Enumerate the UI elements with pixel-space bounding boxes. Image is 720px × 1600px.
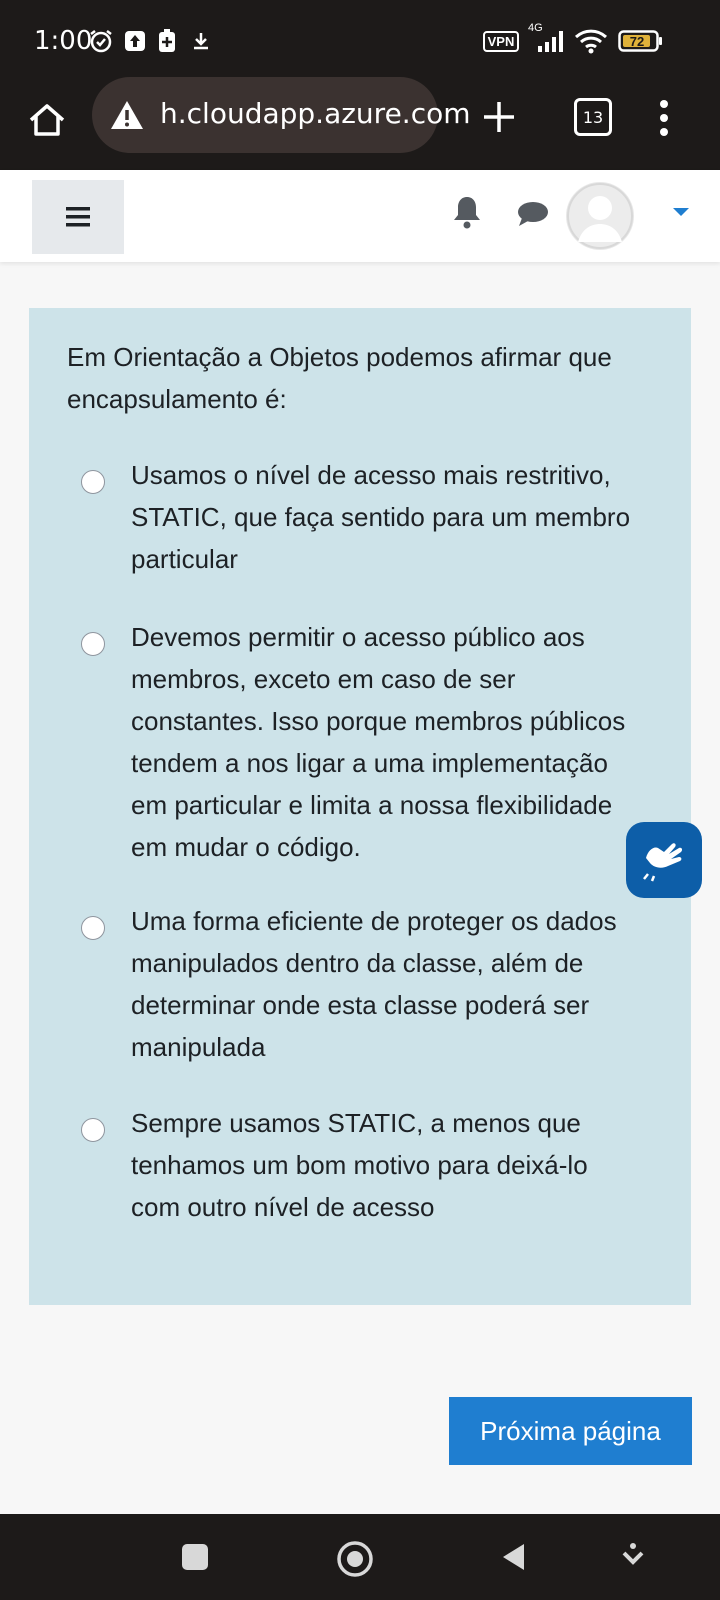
circle-home-icon xyxy=(337,1541,373,1577)
back-button[interactable] xyxy=(498,1540,532,1574)
status-bar: 1:00 VPN 4G 72 xyxy=(0,0,720,82)
answer-option-label[interactable]: Devemos permitir o acesso público aos me… xyxy=(131,616,631,868)
new-tab-button[interactable] xyxy=(478,96,520,138)
battery-level: 72 xyxy=(629,33,645,49)
radio-button[interactable] xyxy=(81,1118,105,1142)
browser-toolbar: h.cloudapp.azure.com 13 xyxy=(0,77,720,170)
system-navigation-bar xyxy=(0,1514,720,1600)
messages-button[interactable] xyxy=(516,200,550,228)
user-avatar[interactable] xyxy=(566,182,634,250)
recents-button[interactable] xyxy=(178,1540,212,1574)
download-icon xyxy=(190,28,212,54)
radio-button[interactable] xyxy=(81,470,105,494)
network-type: 4G xyxy=(528,22,543,34)
hamburger-icon xyxy=(66,207,90,227)
user-icon xyxy=(567,183,633,249)
question-card: Em Orientação a Objetos podemos afirmar … xyxy=(29,308,691,1305)
answer-option-label[interactable]: Usamos o nível de acesso mais restritivo… xyxy=(131,454,631,580)
vlibras-accessibility-button[interactable] xyxy=(626,822,702,898)
drawer-toggle-button[interactable] xyxy=(32,180,124,254)
notifications-button[interactable] xyxy=(452,194,482,230)
home-button[interactable] xyxy=(24,98,70,144)
back-triangle-icon xyxy=(503,1544,524,1570)
warning-icon[interactable] xyxy=(110,99,144,131)
address-bar[interactable]: h.cloudapp.azure.com xyxy=(92,77,471,153)
bell-icon xyxy=(454,197,480,229)
home-icon xyxy=(29,104,65,136)
chevron-down-icon xyxy=(622,1543,644,1565)
cellular-signal-icon: 4G xyxy=(528,22,568,54)
wifi-icon xyxy=(574,28,608,54)
vpn-icon: VPN xyxy=(482,28,520,54)
vpn-label: VPN xyxy=(482,30,520,52)
home-nav-button[interactable] xyxy=(336,1540,373,1577)
url-text: h.cloudapp.azure.com xyxy=(160,97,471,130)
site-navbar xyxy=(0,170,720,262)
user-menu-caret-icon[interactable] xyxy=(673,208,689,216)
upload-icon xyxy=(124,28,146,54)
battery-saver-icon xyxy=(156,28,178,54)
plus-icon xyxy=(484,102,514,132)
hide-keyboard-button[interactable] xyxy=(616,1540,650,1574)
radio-button[interactable] xyxy=(81,916,105,940)
alarm-icon xyxy=(88,28,114,54)
square-icon xyxy=(182,1544,208,1570)
answer-option-label[interactable]: Sempre usamos STATIC, a menos que tenham… xyxy=(131,1102,631,1228)
battery-icon: 72 xyxy=(618,28,664,54)
tab-switcher-button[interactable]: 13 xyxy=(574,98,612,136)
more-vert-icon xyxy=(660,100,668,136)
chat-icon xyxy=(518,202,548,226)
radio-button[interactable] xyxy=(81,632,105,656)
question-text: Em Orientação a Objetos podemos afirmar … xyxy=(67,342,612,414)
clock: 1:00 xyxy=(34,26,93,56)
next-page-button[interactable]: Próxima página xyxy=(449,1397,692,1465)
sign-language-icon xyxy=(643,843,683,882)
answer-option-label[interactable]: Uma forma eficiente de proteger os dados… xyxy=(131,900,631,1068)
overflow-menu-button[interactable] xyxy=(656,96,672,140)
